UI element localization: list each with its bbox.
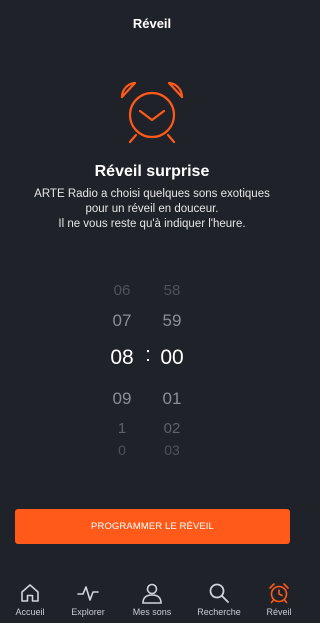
search-icon	[208, 582, 230, 604]
home-icon	[19, 582, 41, 604]
minute-option[interactable]: 03	[142, 442, 202, 458]
intro-line: pour un réveil en douceur.	[85, 203, 219, 215]
tab-reveil[interactable]: Réveil	[249, 574, 309, 623]
alarm-clock-icon	[268, 582, 290, 604]
app-header: Réveil	[0, 0, 304, 46]
tab-recherche[interactable]: Recherche	[189, 574, 249, 623]
page-title: Réveil	[132, 15, 172, 31]
selected-minute[interactable]: 00	[142, 346, 202, 370]
tab-label: Recherche	[197, 607, 241, 617]
user-icon	[141, 582, 163, 604]
minute-option[interactable]: 02	[142, 420, 202, 437]
intro-section: Réveil surprise ARTE Radio a choisi quel…	[0, 163, 304, 232]
tab-label: Accueil	[15, 607, 45, 617]
minute-option[interactable]: 01	[142, 389, 202, 409]
intro-title: Réveil surprise	[94, 163, 210, 180]
tab-label: Mes sons	[132, 607, 172, 617]
minute-option[interactable]: 58	[142, 282, 202, 299]
tab-label: Explorer	[71, 607, 105, 617]
intro-line: Il ne vous reste qu'à indiquer l'heure.	[58, 218, 246, 230]
program-alarm-button[interactable]: PROGRAMMER LE RÉVEIL	[15, 509, 290, 544]
bottom-tab-bar: Accueil Explorer Mes sons Recherche Réve…	[0, 574, 304, 623]
pulse-icon	[77, 582, 99, 604]
minute-wheel[interactable]: 58 59 00 01 02 03	[142, 278, 202, 468]
tab-label: Réveil	[266, 607, 292, 617]
tab-explorer[interactable]: Explorer	[58, 574, 118, 623]
tab-accueil[interactable]: Accueil	[0, 574, 60, 623]
intro-line: ARTE Radio a choisi quelques sons exotiq…	[34, 188, 270, 200]
alarm-clock-icon	[118, 80, 186, 146]
time-picker[interactable]: 06 07 08 09 1 0 : 58 59 00 01 02 03	[0, 278, 304, 468]
tab-mes-sons[interactable]: Mes sons	[122, 574, 182, 623]
minute-option[interactable]: 59	[142, 311, 202, 331]
